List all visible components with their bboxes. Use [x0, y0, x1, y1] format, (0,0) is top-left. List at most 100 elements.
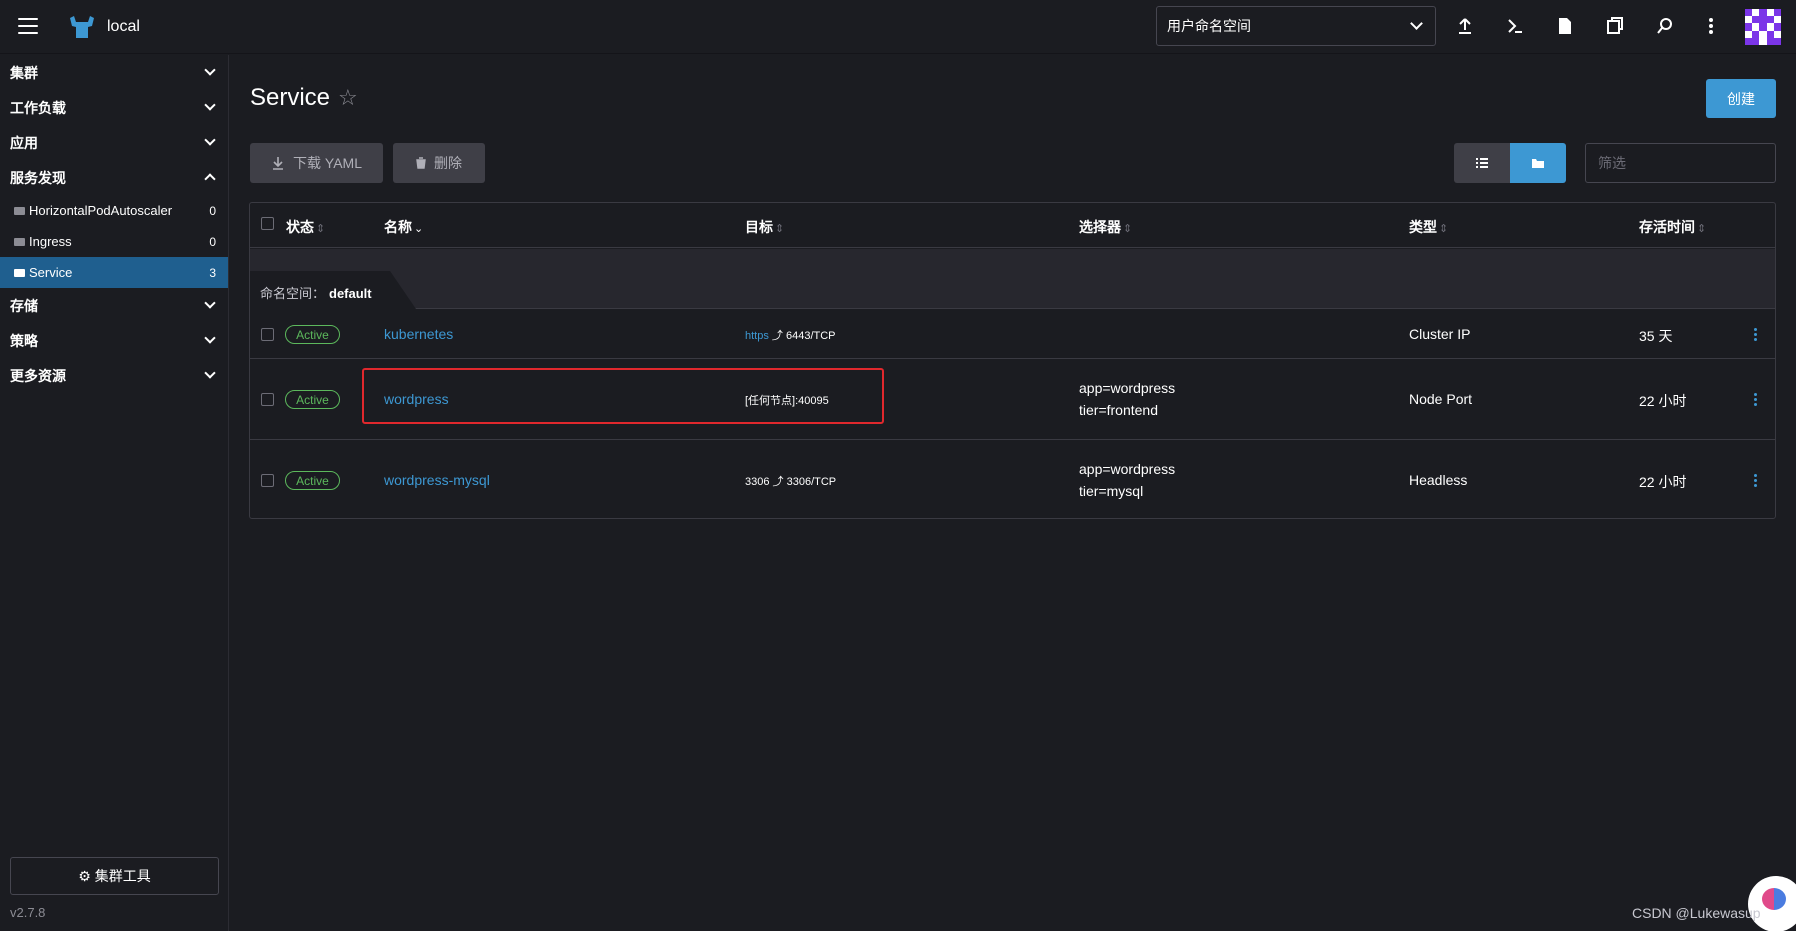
chevron-down-icon: [204, 332, 216, 344]
type-cell: Cluster IP: [1409, 326, 1471, 342]
sidebar-item-count: 3: [209, 265, 216, 280]
page-title-text: Service: [250, 84, 331, 111]
terminal-icon[interactable]: [1503, 14, 1527, 38]
target-cell: https ⤴ 6443/TCP: [745, 327, 836, 343]
services-table: 状态 ⇕ 名称 ⌄ 目标 ⇕ 选择器 ⇕ 类型 ⇕ 存活时间 ⇕ 命名空间： default …: [249, 202, 1776, 519]
table-row: Active kubernetes https ⤴ 6443/TCP Clust…: [250, 310, 1775, 359]
namespace-label: 命名空间：: [260, 286, 326, 301]
nav-group-label: 策略: [10, 332, 38, 349]
chevron-down-icon: [1410, 17, 1423, 30]
namespace-select[interactable]: 用户命名空间: [1156, 6, 1436, 46]
search-icon[interactable]: [1653, 14, 1677, 38]
column-header-label: 目标: [745, 219, 773, 235]
upload-icon[interactable]: [1453, 14, 1477, 38]
column-header-age[interactable]: 存活时间 ⇕: [1639, 217, 1706, 237]
sidebar-item-hpa[interactable]: HorizontalPodAutoscaler 0: [0, 195, 228, 226]
star-icon[interactable]: ☆: [338, 85, 358, 111]
gear-icon: ⚙: [78, 867, 91, 884]
table-row: Active wordpress-mysql 3306 ⤴ 3306/TCP a…: [250, 441, 1775, 519]
avatar[interactable]: [1745, 9, 1781, 45]
row-actions-icon[interactable]: [1750, 328, 1760, 341]
copy-icon[interactable]: [1603, 14, 1627, 38]
folder-icon: [14, 237, 25, 246]
port-arrow-icon: ⤴: [772, 476, 784, 488]
column-header-selector[interactable]: 选择器 ⇕: [1079, 217, 1132, 237]
download-yaml-label: 下载 YAML: [293, 155, 362, 171]
list-view-button[interactable]: [1454, 143, 1510, 183]
namespace-group-row: 命名空间： default: [250, 249, 1775, 309]
top-header: local 用户命名空间: [0, 0, 1796, 54]
status-badge: Active: [285, 390, 340, 409]
download-yaml-button[interactable]: 下载 YAML: [250, 143, 383, 183]
menu-icon[interactable]: [18, 18, 38, 34]
sidebar-item-service[interactable]: Service 3: [0, 257, 228, 288]
row-checkbox[interactable]: [261, 328, 274, 341]
nav-group-more-resources[interactable]: 更多资源: [0, 358, 228, 393]
service-name-link[interactable]: wordpress: [384, 391, 449, 407]
select-all-checkbox[interactable]: [261, 217, 274, 230]
more-vertical-icon[interactable]: [1699, 14, 1723, 38]
chevron-up-icon: [204, 173, 216, 185]
assistant-bubble[interactable]: [1748, 876, 1796, 931]
sidebar-item-count: 0: [209, 203, 216, 218]
age-cell: 22 小时: [1639, 393, 1687, 409]
target-port: [任何节点]:40095: [745, 395, 829, 407]
create-button[interactable]: 创建: [1706, 79, 1776, 118]
cluster-tools-button[interactable]: ⚙ 集群工具: [10, 857, 219, 895]
service-name-link[interactable]: wordpress-mysql: [384, 472, 490, 488]
column-header-label: 名称: [384, 219, 412, 235]
download-icon: [273, 157, 283, 170]
sort-icon: ⇕: [775, 223, 785, 235]
column-header-label: 存活时间: [1639, 219, 1695, 235]
nav-group-workloads[interactable]: 工作负载: [0, 90, 228, 125]
nav-group-apps[interactable]: 应用: [0, 125, 228, 160]
sort-icon: ⇕: [316, 223, 326, 235]
nav-group-label: 服务发现: [10, 169, 66, 186]
type-cell: Node Port: [1409, 391, 1473, 407]
sort-icon: ⇕: [1123, 223, 1133, 235]
filter-input[interactable]: [1585, 143, 1776, 183]
type-cell: Headless: [1409, 472, 1468, 488]
sidebar: 集群 工作负载 应用 服务发现 HorizontalPodAutoscaler …: [0, 55, 229, 931]
nav-group-cluster[interactable]: 集群: [0, 55, 228, 90]
row-actions-icon[interactable]: [1750, 474, 1760, 487]
column-header-target[interactable]: 目标 ⇕: [745, 217, 784, 237]
file-icon[interactable]: [1553, 14, 1577, 38]
sidebar-item-ingress[interactable]: Ingress 0: [0, 226, 228, 257]
row-checkbox[interactable]: [261, 393, 274, 406]
column-header-label: 状态: [286, 219, 314, 235]
target-prefix-link[interactable]: https: [745, 330, 769, 342]
chevron-down-icon: [204, 367, 216, 379]
row-checkbox[interactable]: [261, 474, 274, 487]
column-header-type[interactable]: 类型 ⇕: [1409, 217, 1448, 237]
nav-group-label: 应用: [10, 134, 38, 151]
sort-icon: ⇕: [1697, 223, 1707, 235]
delete-button[interactable]: 删除: [393, 143, 485, 183]
row-actions-icon[interactable]: [1750, 393, 1760, 406]
group-by-namespace-button[interactable]: [1510, 143, 1566, 183]
table-row: Active wordpress [任何节点]:40095 app=wordpr…: [250, 360, 1775, 440]
nav-group-storage[interactable]: 存储: [0, 288, 228, 323]
nav-group-label: 更多资源: [10, 367, 66, 384]
namespace-group-label: 命名空间： default: [260, 283, 372, 302]
nav-group-service-discovery[interactable]: 服务发现: [0, 160, 228, 195]
version-label: v2.7.8: [10, 905, 46, 920]
cluster-name[interactable]: local: [107, 18, 140, 36]
column-header-name[interactable]: 名称 ⌄: [384, 217, 423, 237]
service-name-link[interactable]: kubernetes: [384, 326, 453, 342]
cluster-logo-icon[interactable]: [68, 14, 96, 40]
cluster-tools-label: 集群工具: [94, 868, 151, 884]
nav-group-label: 存储: [10, 297, 38, 314]
namespace-select-value: 用户命名空间: [1167, 18, 1251, 34]
folder-icon: [1532, 158, 1544, 168]
sidebar-item-label: Ingress: [29, 234, 72, 249]
sidebar-item-label: Service: [29, 265, 73, 280]
column-header-status[interactable]: 状态 ⇕: [286, 217, 325, 237]
status-badge: Active: [285, 471, 340, 490]
brain-icon: [1762, 888, 1786, 910]
view-toggle: [1454, 143, 1566, 183]
target-port: 6443/TCP: [785, 330, 836, 342]
selector-line: app=wordpress: [1079, 461, 1176, 477]
nav-group-policy[interactable]: 策略: [0, 323, 228, 358]
folder-icon: [14, 206, 25, 215]
